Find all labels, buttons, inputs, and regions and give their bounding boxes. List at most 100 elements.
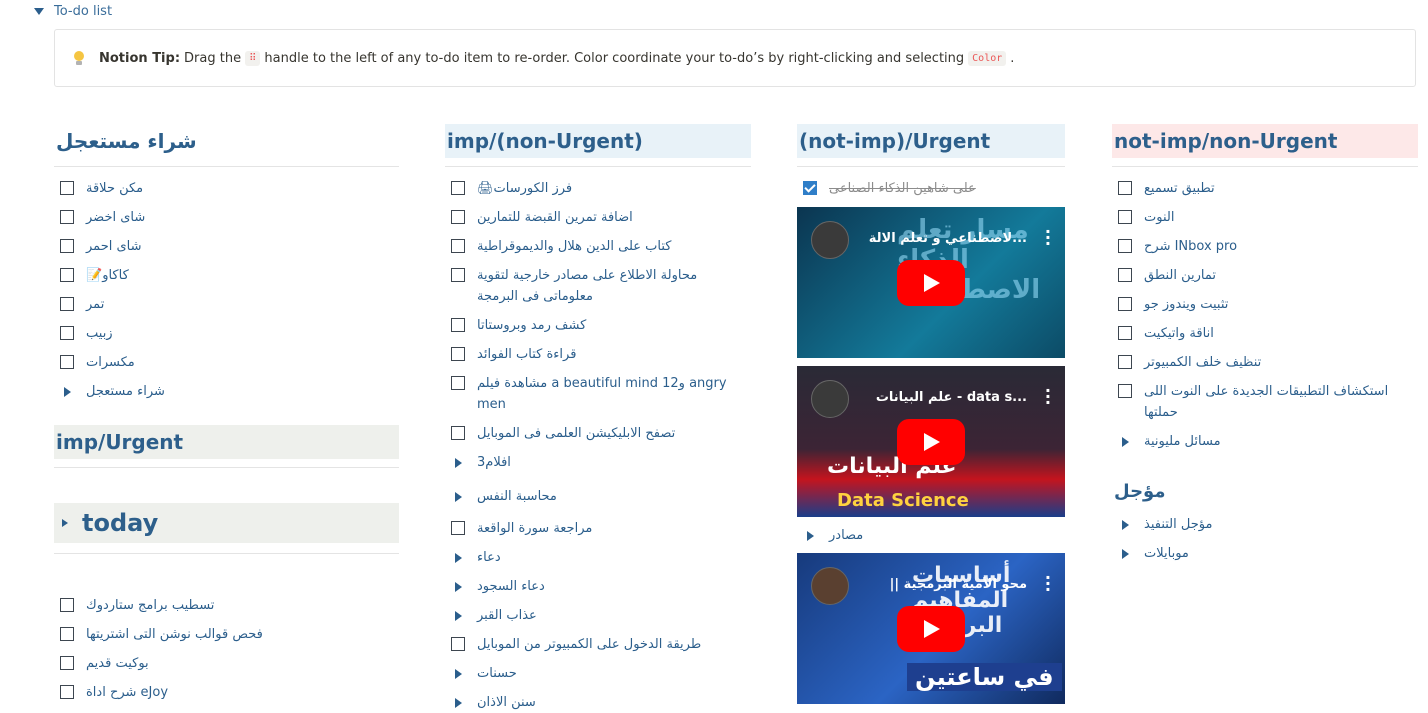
list-item[interactable]: تمر [60, 294, 360, 315]
checkbox[interactable] [451, 347, 465, 361]
list-item[interactable]: تمارين النطق [1118, 265, 1413, 286]
more-options-icon[interactable]: · · · [1045, 224, 1051, 252]
list-item[interactable]: مشاهدة فيلم a beautiful mind و12 angry m… [451, 373, 741, 415]
list-item[interactable]: تسطيب برامج ستاردوك [60, 595, 360, 616]
list-item[interactable]: قراءة كتاب الفوائد [451, 344, 741, 365]
list-item[interactable]: تطبيق تسميع [1118, 178, 1413, 199]
checkbox[interactable] [451, 318, 465, 332]
toggle-closed-icon[interactable] [1118, 543, 1132, 564]
checkbox[interactable] [60, 239, 74, 253]
video-title[interactable]: علم البيانات - data s... [857, 390, 1027, 405]
list-item[interactable]: تنظيف خلف الكمبيوتر [1118, 352, 1413, 373]
list-item[interactable]: فحص قوالب نوشن التى اشتريتها [60, 624, 360, 645]
checkbox[interactable] [451, 637, 465, 651]
today-toggle[interactable]: today [54, 503, 399, 543]
toggle-open-icon[interactable] [34, 8, 44, 15]
youtube-play-icon[interactable] [897, 260, 965, 306]
list-item[interactable]: شاى اخضر [60, 207, 360, 228]
checkbox[interactable] [1118, 239, 1132, 253]
toggle-item[interactable]: عذاب القبر [451, 605, 741, 626]
youtube-video-1[interactable]: مسار تعلم الذكاء الاصطناعي لاصطناعي و تع… [797, 207, 1065, 358]
list-item[interactable]: النوت [1118, 207, 1413, 228]
checkbox[interactable] [60, 268, 74, 282]
list-item[interactable]: زبيب [60, 323, 360, 344]
list-item[interactable]: شاى احمر [60, 236, 360, 257]
toggle-item[interactable]: افلام3 [451, 452, 741, 473]
checkbox[interactable] [60, 656, 74, 670]
checkbox[interactable] [60, 181, 74, 195]
youtube-play-icon[interactable] [897, 606, 965, 652]
checkbox[interactable] [60, 355, 74, 369]
checkbox[interactable] [60, 326, 74, 340]
checkbox[interactable] [1118, 210, 1132, 224]
checkbox[interactable] [1118, 384, 1132, 398]
checkbox[interactable] [451, 210, 465, 224]
list-item[interactable]: كتاب على الدين هلال والديموقراطية [451, 236, 741, 257]
channel-avatar[interactable] [811, 567, 849, 605]
more-options-icon[interactable]: · · · [1045, 570, 1051, 598]
list-item[interactable]: محاولة الاطلاع على مصادر خارجية لتقوية م… [451, 265, 741, 307]
list-item[interactable]: بوكيت قديم [60, 653, 360, 674]
list-item[interactable]: على شاهين الذكاء الصناعى [803, 178, 976, 199]
video-title[interactable]: لاصطناعي و تعلم الالة... [857, 231, 1027, 246]
list-item[interactable]: تصفح الابليكيشن العلمى فى الموبايل [451, 423, 741, 444]
checkbox[interactable] [451, 181, 465, 195]
more-options-icon[interactable]: · · · [1045, 383, 1051, 411]
toggle-closed-icon[interactable] [451, 576, 465, 597]
toggle-closed-icon[interactable] [1118, 514, 1132, 535]
toggle-closed-icon[interactable] [451, 663, 465, 684]
checkbox[interactable] [451, 376, 465, 390]
youtube-video-3[interactable]: أساسيات المفاهيم البرمجية في ساعتين || م… [797, 553, 1065, 704]
checkbox[interactable] [60, 627, 74, 641]
toggle-closed-icon[interactable] [60, 381, 74, 402]
list-item[interactable]: شرح INbox pro [1118, 236, 1413, 257]
list-item[interactable]: استكشاف التطبيقات الجديدة على النوت اللى… [1118, 381, 1413, 423]
list-item[interactable]: اناقة واتيكيت [1118, 323, 1413, 344]
checkbox[interactable] [451, 426, 465, 440]
toggle-closed-icon[interactable] [803, 525, 817, 546]
toggle-item[interactable]: مؤجل التنفيذ [1118, 514, 1413, 535]
checkbox[interactable] [1118, 297, 1132, 311]
list-item[interactable]: مكن حلاقة [60, 178, 360, 199]
list-item[interactable]: شرح اداة eJoy [60, 682, 360, 703]
checkbox[interactable] [1118, 268, 1132, 282]
checkbox[interactable] [451, 268, 465, 282]
list-item[interactable]: 📝كاكاو [60, 265, 360, 286]
checkbox[interactable] [60, 598, 74, 612]
toggle-closed-icon[interactable] [451, 605, 465, 626]
toggle-item[interactable]: مصادر [803, 525, 863, 546]
youtube-play-icon[interactable] [897, 419, 965, 465]
checkbox[interactable] [451, 239, 465, 253]
toggle-item[interactable]: حسنات [451, 663, 741, 684]
toggle-closed-icon[interactable] [1118, 431, 1132, 452]
list-item[interactable]: طريقة الدخول على الكمبيوتر من الموبايل [451, 634, 741, 655]
channel-avatar[interactable] [811, 380, 849, 418]
toggle-closed-icon[interactable] [451, 452, 465, 473]
checkbox[interactable] [1118, 181, 1132, 195]
list-item[interactable]: تثبيت ويندوز جو [1118, 294, 1413, 315]
checkbox[interactable] [60, 210, 74, 224]
checkbox[interactable] [451, 521, 465, 535]
checkbox[interactable] [1118, 355, 1132, 369]
list-item[interactable]: 🖨فرز الكورسات [451, 178, 741, 199]
list-item[interactable]: مكسرات [60, 352, 360, 373]
video-title[interactable]: || محو الأمية البرمجية [857, 577, 1027, 592]
toggle-item[interactable]: شراء مستعجل [60, 381, 360, 402]
toggle-item[interactable]: دعاء [451, 547, 741, 568]
channel-avatar[interactable] [811, 221, 849, 259]
checkbox[interactable] [60, 685, 74, 699]
toggle-closed-icon[interactable] [62, 519, 68, 527]
toggle-item[interactable]: موبايلات [1118, 543, 1413, 564]
toggle-closed-icon[interactable] [451, 486, 465, 507]
todo-list-toggle[interactable]: To-do list [34, 4, 112, 19]
toggle-item[interactable]: محاسبة النفس [451, 486, 741, 507]
list-item[interactable]: كشف رمد وبروستاتا [451, 315, 741, 336]
toggle-closed-icon[interactable] [451, 547, 465, 568]
list-item[interactable]: اضافة تمرين القبضة للتمارين [451, 207, 741, 228]
checkbox[interactable] [60, 297, 74, 311]
list-item[interactable]: مراجعة سورة الواقعة [451, 518, 741, 539]
checkbox-checked[interactable] [803, 181, 817, 195]
youtube-video-2[interactable]: علم البيانات Data Science علم البيانات -… [797, 366, 1065, 517]
toggle-item[interactable]: مسائل مليونية [1118, 431, 1413, 452]
toggle-item[interactable]: دعاء السجود [451, 576, 741, 597]
